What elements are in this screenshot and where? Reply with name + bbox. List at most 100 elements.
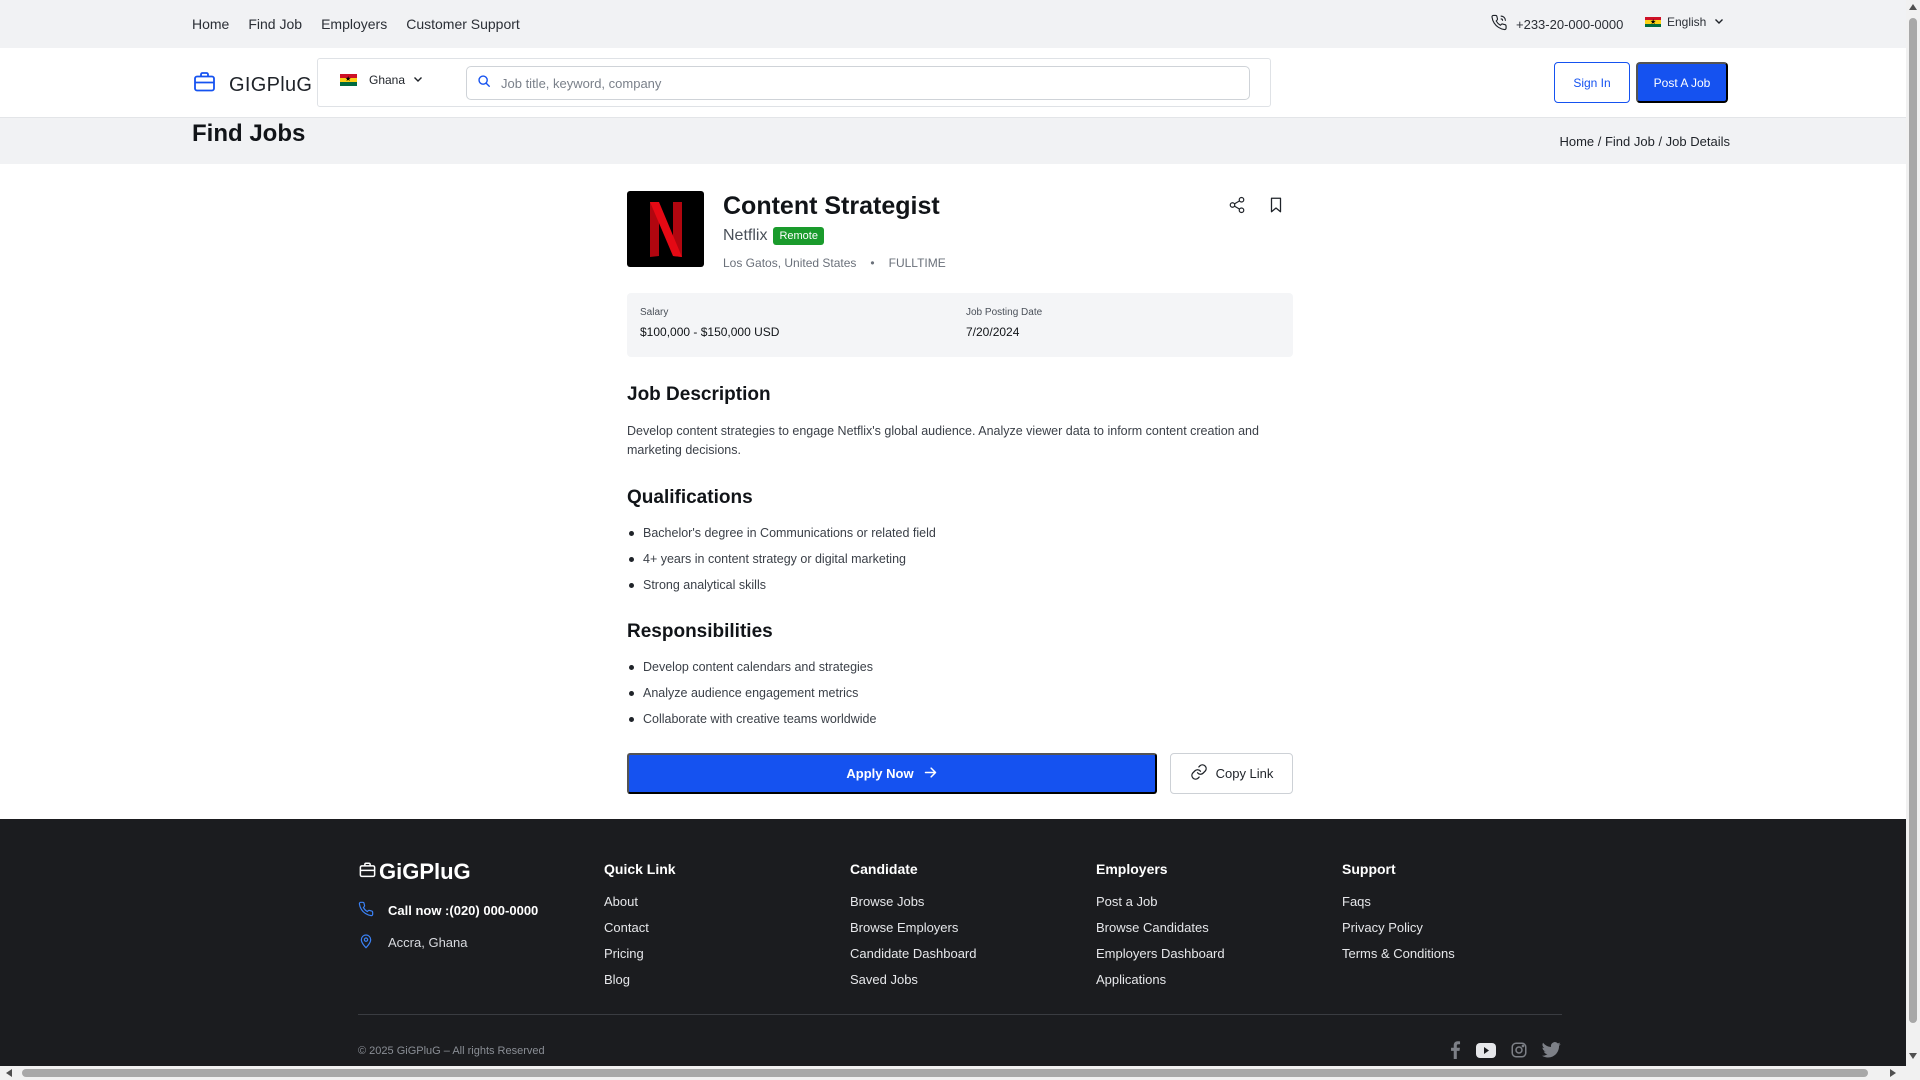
- separator-dot: •: [870, 256, 875, 270]
- footer-brand[interactable]: GiGPluG: [358, 859, 471, 885]
- main-header: GIGPluG ★ Ghana Sign In Post A Job: [0, 48, 1906, 118]
- responsibilities-heading: Responsibilities: [627, 621, 773, 642]
- footer-link-browse-jobs[interactable]: Browse Jobs: [850, 894, 976, 920]
- breadcrumb: Home / Find Job / Job Details: [1559, 134, 1730, 149]
- company-logo: [627, 191, 704, 267]
- netflix-logo-icon: [649, 202, 682, 257]
- footer-col-support: Support Faqs Privacy Policy Terms & Cond…: [1342, 861, 1455, 972]
- list-item: Analyze audience engagement metrics: [628, 684, 876, 710]
- description-heading: Job Description: [627, 384, 771, 405]
- footer-link-post-a-job[interactable]: Post a Job: [1096, 894, 1225, 920]
- bookmark-icon[interactable]: [1267, 196, 1285, 219]
- footer-address-text: Accra, Ghana: [388, 935, 468, 950]
- footer-col-heading: Employers: [1096, 861, 1168, 877]
- qualifications-heading: Qualifications: [627, 487, 753, 508]
- search-box: [466, 66, 1250, 100]
- map-pin-icon: [358, 933, 388, 952]
- vertical-scroll-thumb[interactable]: [1909, 18, 1917, 1023]
- footer-col-heading: Quick Link: [604, 861, 676, 877]
- horizontal-scroll-thumb[interactable]: [22, 1069, 1868, 1077]
- apply-now-label: Apply Now: [846, 766, 914, 781]
- search-icon: [467, 74, 501, 93]
- language-selector[interactable]: ★ English: [1645, 15, 1724, 29]
- list-item: 4+ years in content strategy or digital …: [629, 550, 936, 576]
- vertical-scrollbar[interactable]: [1906, 0, 1920, 1068]
- briefcase-icon: [358, 859, 379, 885]
- link-icon: [1190, 763, 1216, 784]
- remote-badge: Remote: [773, 227, 824, 245]
- briefcase-icon: [192, 70, 229, 100]
- responsibilities-list: Develop content calendars and strategies…: [628, 658, 876, 736]
- list-item: Bachelor's degree in Communications or r…: [629, 524, 936, 550]
- search-input[interactable]: [501, 75, 1221, 91]
- footer-link-blog[interactable]: Blog: [604, 972, 676, 998]
- footer-link-browse-candidates[interactable]: Browse Candidates: [1096, 920, 1225, 946]
- footer-link-candidate-dashboard[interactable]: Candidate Dashboard: [850, 946, 976, 972]
- list-item: Strong analytical skills: [629, 576, 936, 602]
- footer-link-faqs[interactable]: Faqs: [1342, 894, 1455, 920]
- footer-link-privacy-policy[interactable]: Privacy Policy: [1342, 920, 1455, 946]
- posting-date-block: Job Posting Date 7/20/2024: [966, 307, 1042, 339]
- company-name[interactable]: Netflix: [723, 227, 767, 245]
- apply-now-button[interactable]: Apply Now: [627, 753, 1157, 794]
- copy-link-button[interactable]: Copy Link: [1170, 753, 1293, 794]
- top-nav-find-job[interactable]: Find Job: [248, 16, 302, 32]
- arrow-right-icon: [914, 765, 938, 783]
- site-footer: GiGPluG Call now :(020) 000-0000 Accra, …: [0, 819, 1906, 1070]
- chevron-down-icon: [413, 73, 423, 87]
- footer-brand-name: GiGPluG: [379, 859, 471, 884]
- post-a-job-button[interactable]: Post A Job: [1636, 62, 1728, 103]
- footer-link-employers-dashboard[interactable]: Employers Dashboard: [1096, 946, 1225, 972]
- scroll-up-icon: [1909, 4, 1917, 10]
- share-icon[interactable]: [1228, 196, 1246, 219]
- footer-link-applications[interactable]: Applications: [1096, 972, 1225, 998]
- phone-call-icon: [1490, 14, 1516, 34]
- footer-link-saved-jobs[interactable]: Saved Jobs: [850, 972, 976, 998]
- instagram-icon[interactable]: [1510, 1041, 1528, 1064]
- job-type: FULLTIME: [888, 256, 946, 270]
- footer-link-pricing[interactable]: Pricing: [604, 946, 676, 972]
- page-title: Find Jobs: [192, 120, 306, 147]
- social-links: [1448, 1041, 1561, 1064]
- job-info-box: Salary $100,000 - $150,000 USD Job Posti…: [627, 293, 1293, 357]
- country-label: Ghana: [369, 73, 406, 87]
- top-nav-home[interactable]: Home: [192, 16, 229, 32]
- country-selector[interactable]: ★ Ghana: [340, 73, 423, 87]
- copyright: © 2025 GiGPluG – All rights Reserved: [358, 1045, 545, 1057]
- footer-link-browse-employers[interactable]: Browse Employers: [850, 920, 976, 946]
- footer-link-contact[interactable]: Contact: [604, 920, 676, 946]
- qualifications-list: Bachelor's degree in Communications or r…: [629, 524, 936, 602]
- top-nav: Home Find Job Employers Customer Support: [192, 16, 539, 32]
- ghana-flag-icon: ★: [1645, 16, 1661, 28]
- footer-link-about[interactable]: About: [604, 894, 676, 920]
- footer-divider: [358, 1014, 1562, 1015]
- salary-label: Salary: [640, 307, 669, 318]
- scroll-left-icon: [6, 1069, 12, 1077]
- salary-value: $100,000 - $150,000 USD: [640, 325, 780, 339]
- phone-icon: [358, 901, 388, 920]
- company-row: Netflix Remote: [723, 227, 824, 245]
- twitter-icon[interactable]: [1542, 1042, 1561, 1063]
- horizontal-scrollbar[interactable]: [0, 1066, 1920, 1080]
- top-nav-employers[interactable]: Employers: [321, 16, 387, 32]
- job-title: Content Strategist: [723, 192, 940, 220]
- list-item: Develop content calendars and strategies: [628, 658, 876, 684]
- footer-link-terms-conditions[interactable]: Terms & Conditions: [1342, 946, 1455, 972]
- footer-col-heading: Support: [1342, 861, 1396, 877]
- brand-logo[interactable]: GIGPluG: [192, 70, 312, 100]
- facebook-icon[interactable]: [1448, 1041, 1462, 1064]
- footer-col-candidate: Candidate Browse Jobs Browse Employers C…: [850, 861, 976, 998]
- job-location: Los Gatos, United States: [723, 256, 857, 270]
- footer-call[interactable]: Call now :(020) 000-0000: [358, 901, 538, 920]
- ghana-flag-icon: ★: [340, 74, 357, 86]
- language-label: English: [1667, 15, 1707, 29]
- top-utility-bar: Home Find Job Employers Customer Support…: [0, 0, 1906, 48]
- sign-in-button[interactable]: Sign In: [1554, 62, 1630, 103]
- copy-link-label: Copy Link: [1215, 766, 1274, 781]
- job-meta: Los Gatos, United States • FULLTIME: [723, 256, 946, 270]
- support-phone[interactable]: +233-20-000-0000: [1490, 14, 1623, 34]
- page-title-band: Find Jobs Home / Find Job / Job Details: [0, 118, 1906, 164]
- top-nav-customer-support[interactable]: Customer Support: [406, 16, 520, 32]
- youtube-icon[interactable]: [1476, 1042, 1496, 1063]
- footer-col-employers: Employers Post a Job Browse Candidates E…: [1096, 861, 1225, 998]
